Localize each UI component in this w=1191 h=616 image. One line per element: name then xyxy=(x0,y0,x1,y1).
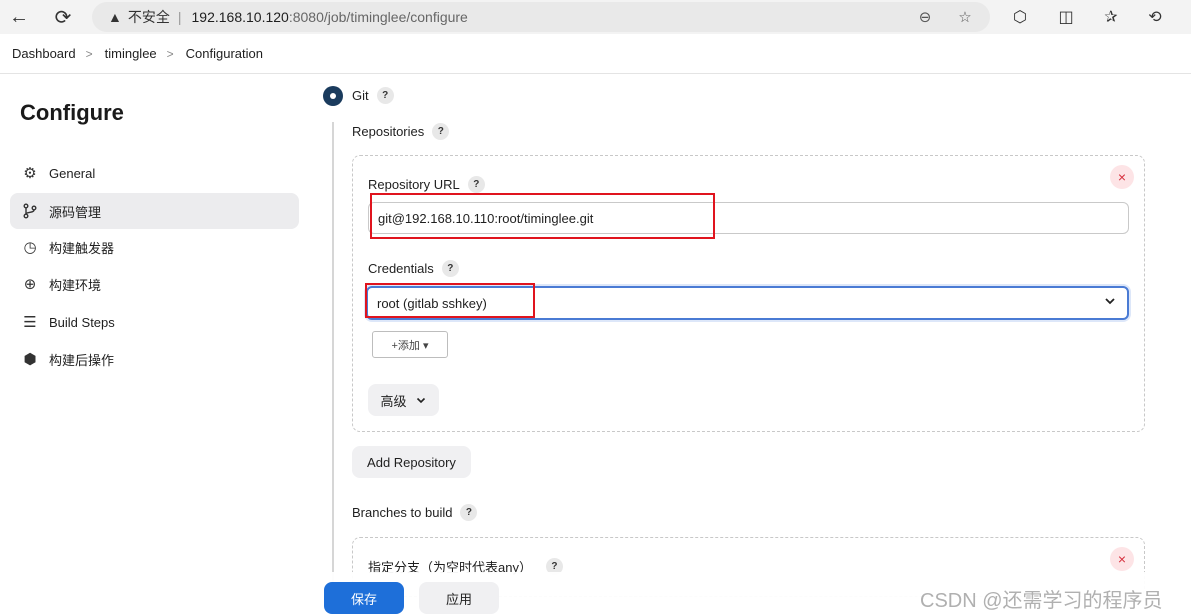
insecure-label: 不安全 xyxy=(127,9,170,25)
url-path: :8080/job/timinglee/configure xyxy=(288,9,468,25)
repositories-label: Repositories xyxy=(352,124,425,139)
help-icon[interactable]: ? xyxy=(376,87,394,104)
url-host: 192.168.10.120 xyxy=(191,9,289,25)
highlight-box xyxy=(370,193,715,239)
sidebar-item-label: 源码管理 xyxy=(49,204,102,220)
warning-icon: ▲ xyxy=(108,9,122,25)
favorites-icon[interactable]: ✰ xyxy=(1099,5,1123,29)
advanced-button[interactable]: 高级 xyxy=(368,384,439,416)
add-credentials-button[interactable]: +添加 ▾ xyxy=(372,331,448,358)
chevron-down-icon xyxy=(415,394,427,406)
repositories-heading: Repositories ? xyxy=(352,123,450,140)
git-option-label: Git xyxy=(352,88,369,103)
add-repository-button[interactable]: Add Repository xyxy=(352,446,471,478)
sidebar-item-scm[interactable]: 源码管理 xyxy=(10,193,299,229)
sidebar-item-label: 构建后操作 xyxy=(49,352,115,368)
help-icon[interactable]: ? xyxy=(432,123,450,140)
branches-heading: Branches to build ? xyxy=(352,504,478,521)
branch-icon xyxy=(20,201,40,221)
back-icon[interactable]: ← xyxy=(6,4,32,30)
credentials-label: Credentials xyxy=(368,261,434,276)
chevron-down-icon xyxy=(1103,294,1117,311)
browser-toolbar: ← ⟳ ▲ 不安全 | 192.168.10.120:8080/job/timi… xyxy=(0,0,1191,34)
sidebar-item-general[interactable]: ⚙ General xyxy=(10,155,299,191)
sidebar-item-environment[interactable]: ⊕ 构建环境 xyxy=(10,266,299,302)
credentials-heading: Credentials ? xyxy=(368,260,459,277)
cube-icon: ⬢ xyxy=(23,351,37,368)
git-option: Git ? xyxy=(352,87,394,104)
split-view-icon[interactable]: ◫ xyxy=(1054,5,1078,29)
section-divider xyxy=(332,122,334,582)
reload-icon[interactable]: ⟳ xyxy=(50,4,76,30)
close-icon[interactable]: × xyxy=(1110,165,1134,189)
zoom-icon[interactable]: ⊖ xyxy=(914,6,936,28)
list-icon: ☰ xyxy=(23,314,37,331)
breadcrumb-configuration[interactable]: Configuration xyxy=(186,46,263,61)
save-button[interactable]: 保存 xyxy=(324,582,404,614)
address-bar[interactable]: ▲ 不安全 | 192.168.10.120:8080/job/timingle… xyxy=(92,2,990,32)
sidebar-item-label: 构建触发器 xyxy=(49,240,115,256)
advanced-label: 高级 xyxy=(380,393,407,409)
sidebar-item-post-build[interactable]: ⬢ 构建后操作 xyxy=(10,341,299,377)
star-icon[interactable]: ☆ xyxy=(954,6,976,28)
extension-icon[interactable]: ⬡ xyxy=(1008,5,1032,29)
sidebar-item-label: General xyxy=(49,165,96,181)
watermark: CSDN @还需学习的程序员 xyxy=(920,590,1163,612)
gear-icon: ⚙ xyxy=(23,165,37,182)
repo-url-heading: Repository URL ? xyxy=(368,176,485,193)
git-radio[interactable] xyxy=(323,86,343,106)
help-icon[interactable]: ? xyxy=(460,504,478,521)
chevron-right-icon: > xyxy=(166,46,174,61)
globe-icon: ⊕ xyxy=(23,276,37,293)
sidebar-item-label: Build Steps xyxy=(49,314,115,330)
help-icon[interactable]: ? xyxy=(467,176,485,193)
page-title: Configure xyxy=(20,100,124,125)
chevron-right-icon: > xyxy=(85,46,93,61)
history-icon[interactable]: ⟲ xyxy=(1143,5,1167,29)
apply-button[interactable]: 应用 xyxy=(419,582,499,614)
sidebar-item-label: 构建环境 xyxy=(49,277,102,293)
address-separator: | xyxy=(177,9,182,25)
breadcrumb-job[interactable]: timinglee xyxy=(105,46,157,61)
clock-icon: ◷ xyxy=(23,239,37,256)
close-icon[interactable]: × xyxy=(1110,547,1134,571)
highlight-box xyxy=(365,283,535,318)
repo-url-label: Repository URL xyxy=(368,177,460,192)
sidebar-item-triggers[interactable]: ◷ 构建触发器 xyxy=(10,229,299,265)
branches-label: Branches to build xyxy=(352,505,453,520)
breadcrumb: Dashboard > timinglee > Configuration xyxy=(0,34,1191,74)
help-icon[interactable]: ? xyxy=(441,260,459,277)
sidebar-item-build-steps[interactable]: ☰ Build Steps xyxy=(10,304,299,340)
breadcrumb-dashboard[interactable]: Dashboard xyxy=(12,46,76,61)
